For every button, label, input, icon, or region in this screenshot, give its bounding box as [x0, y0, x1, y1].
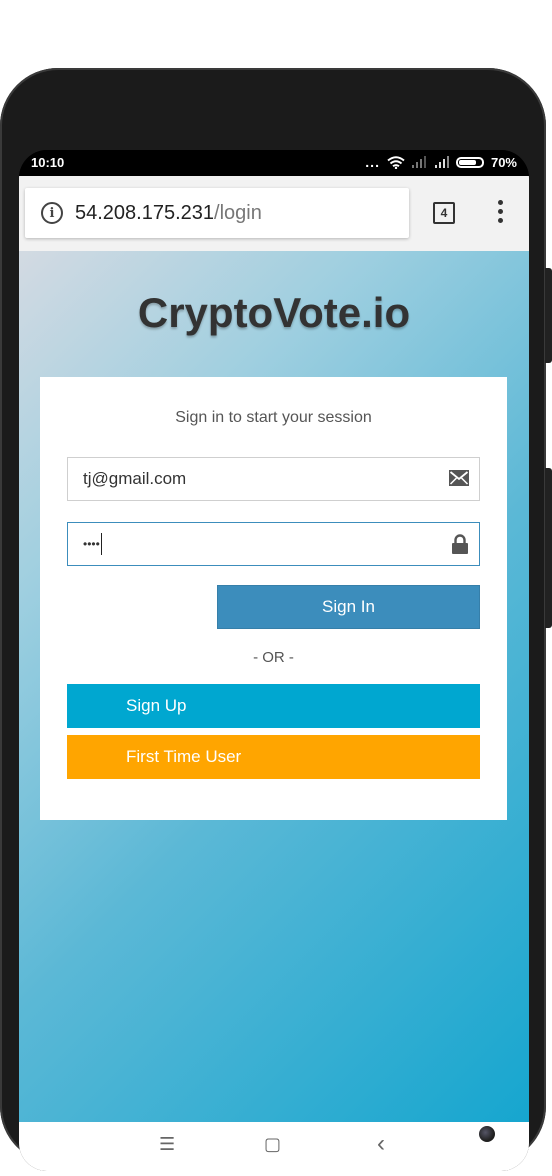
login-page: CryptoVote.io Sign in to start your sess…	[19, 251, 529, 1122]
status-time: 10:10	[31, 155, 65, 170]
battery-level: 70%	[490, 154, 517, 170]
android-nav-bar: ☰ ▢ ‹	[19, 1122, 529, 1171]
signal-icon-2	[434, 156, 449, 168]
info-icon[interactable]: i	[41, 202, 63, 224]
tab-switcher-button[interactable]: 4	[433, 202, 455, 224]
notification-dots: ...	[365, 154, 380, 170]
back-nav-icon[interactable]: ‹	[377, 1130, 385, 1158]
or-divider: - OR -	[253, 649, 294, 666]
login-box: Sign in to start your session tj@gmail.c…	[40, 377, 507, 820]
login-subtitle: Sign in to start your session	[175, 409, 372, 426]
url-host: 54.208.175.231	[75, 201, 215, 224]
url-path: /login	[214, 201, 262, 224]
site-title: CryptoVote.io	[137, 289, 411, 336]
email-field[interactable]: tj@gmail.com	[67, 457, 480, 501]
front-camera	[479, 1126, 495, 1142]
lock-icon	[452, 534, 468, 554]
phone-screen: 10:10 ... 70% i 54.208.175.231 /login 4 …	[19, 150, 529, 1171]
phone-frame: 10:10 ... 70% i 54.208.175.231 /login 4 …	[0, 68, 552, 1171]
envelope-icon	[449, 470, 469, 486]
status-icons: ... 70%	[365, 154, 517, 170]
signal-icon-1	[411, 156, 426, 168]
sign-up-button[interactable]: Sign Up	[67, 684, 480, 728]
status-bar: 10:10 ... 70%	[19, 150, 529, 176]
text-caret	[100, 533, 102, 555]
battery-icon	[455, 156, 484, 168]
browser-toolbar: i 54.208.175.231/login 4	[19, 176, 529, 251]
password-field[interactable]: ••••	[67, 522, 480, 566]
email-value: tj@gmail.com	[83, 469, 187, 488]
menu-nav-icon[interactable]: ☰	[159, 1134, 175, 1155]
wifi-icon	[387, 155, 405, 169]
password-value: ••••	[83, 537, 100, 551]
power-button	[545, 468, 552, 628]
volume-button	[545, 268, 552, 363]
overflow-menu-icon[interactable]	[498, 200, 504, 223]
first-time-user-button[interactable]: First Time User	[67, 735, 480, 779]
sign-in-button[interactable]: Sign In	[217, 585, 480, 629]
home-nav-icon[interactable]: ▢	[264, 1134, 281, 1155]
address-bar[interactable]: i 54.208.175.231/login	[25, 188, 409, 238]
